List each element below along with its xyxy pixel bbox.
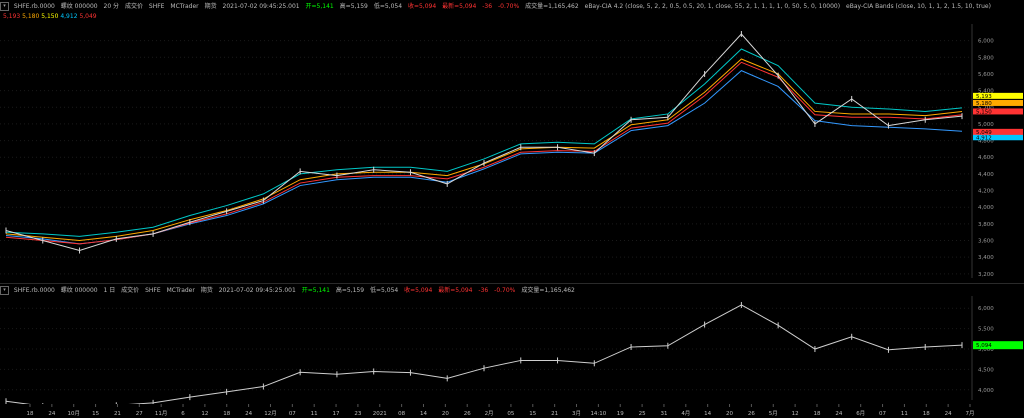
- x-tick-label: 15: [92, 411, 99, 417]
- x-tick-label: 15: [529, 411, 536, 417]
- x-tick-label: 24: [945, 411, 952, 417]
- x-tick-label: 12: [201, 411, 208, 417]
- main-chart-pane[interactable]: ▾ SHFE.rb.0000 螺纹 000000 20 分 成交价 SHFE M…: [0, 0, 1024, 283]
- y-tick-label: 4,400: [978, 172, 994, 178]
- y-tick-label: 4,200: [978, 189, 994, 195]
- x-tick-label: 08: [398, 411, 405, 417]
- x-tick-label: 07: [879, 411, 886, 417]
- daily-price-chart[interactable]: 4,0004,5005,0005,5006,0005,094: [0, 284, 1024, 404]
- time-axis[interactable]: 18 24 10月 15 21 27 11月 6 12 18 24 12月 07 11 17 23 2021 08…: [0, 404, 1024, 418]
- y-tick-label: 3,200: [978, 272, 994, 278]
- x-tick-label: 7月: [966, 410, 975, 417]
- x-tick-label: 26: [464, 411, 471, 417]
- x-tick-label: 11月: [155, 410, 168, 417]
- band-value-tag-label: 5,150: [976, 109, 992, 115]
- y-tick-label: 6,000: [978, 39, 994, 45]
- x-tick-label: 14:10: [590, 411, 606, 417]
- band-value-tag-label: 5,193: [976, 94, 992, 100]
- x-tick-label: 20: [726, 411, 733, 417]
- y-tick-label: 5,800: [978, 55, 994, 61]
- x-tick-label: 24: [835, 411, 842, 417]
- band-value-tag-label: 5,180: [976, 101, 992, 107]
- y-tick-label: 4,000: [978, 388, 994, 394]
- band-middle-line: [5, 58, 963, 242]
- band-value-tag-label: 5,049: [976, 130, 992, 136]
- daily-chart-pane[interactable]: ▾ SHFE.rb.0000 螺纹 000000 1 日 成交价 SHFE MC…: [0, 284, 1024, 404]
- x-tick-label: 14: [420, 411, 427, 417]
- x-tick-label: 6: [181, 411, 185, 417]
- x-tick-label: 2月: [485, 410, 494, 417]
- x-tick-label: 07: [289, 411, 296, 417]
- x-tick-label: 26: [748, 411, 755, 417]
- x-tick-label: 21: [114, 411, 121, 417]
- x-tick-label: 24: [48, 411, 55, 417]
- x-tick-label: 10月: [67, 410, 80, 417]
- y-tick-label: 6,000: [978, 306, 994, 312]
- x-tick-label: 27: [136, 411, 143, 417]
- x-tick-label: 18: [923, 411, 930, 417]
- x-tick-label: 23: [354, 411, 361, 417]
- x-tick-label: 25: [639, 411, 646, 417]
- x-tick-label: 05: [507, 411, 514, 417]
- y-tick-label: 5,500: [978, 327, 994, 333]
- x-tick-label: 11: [311, 411, 318, 417]
- x-tick-label: 5月: [769, 410, 778, 417]
- band-red-line: [5, 61, 963, 245]
- y-tick-label: 4,000: [978, 205, 994, 211]
- x-tick-label: 3月: [572, 410, 581, 417]
- x-tick-label: 18: [813, 411, 820, 417]
- y-tick-label: 3,400: [978, 255, 994, 261]
- y-tick-label: 3,600: [978, 239, 994, 245]
- y-tick-label: 4,500: [978, 367, 994, 373]
- y-tick-label: 4,600: [978, 155, 994, 161]
- x-tick-label: 12: [792, 411, 799, 417]
- y-tick-label: 5,000: [978, 122, 994, 128]
- x-tick-label: 19: [617, 411, 624, 417]
- y-tick-label: 3,800: [978, 222, 994, 228]
- y-tick-label: 5,600: [978, 72, 994, 78]
- x-tick-label: 24: [245, 411, 252, 417]
- last-price-tag-label: 5,094: [976, 343, 992, 349]
- x-tick-label: 14: [704, 411, 711, 417]
- x-tick-label: 21: [551, 411, 558, 417]
- x-tick-label: 12月: [264, 410, 277, 417]
- x-tick-label: 20: [442, 411, 449, 417]
- x-tick-label: 31: [660, 411, 667, 417]
- band-value-tag-label: 4,912: [976, 135, 992, 141]
- x-tick-label: 6月: [856, 410, 865, 417]
- x-tick-label: 18: [223, 411, 230, 417]
- band-upper-line: [5, 48, 963, 237]
- x-tick-label: 17: [333, 411, 340, 417]
- x-tick-label: 18: [27, 411, 34, 417]
- x-tick-label: 2021: [373, 411, 387, 417]
- main-price-chart[interactable]: 3,200 3,400 3,600 3,800 4,000 4,200 4,400 4,600…: [0, 0, 1024, 283]
- x-tick-label: 4月: [681, 410, 690, 417]
- x-tick-label: 11: [901, 411, 908, 417]
- price-series-line: [5, 33, 963, 252]
- price-series-line: [5, 304, 963, 404]
